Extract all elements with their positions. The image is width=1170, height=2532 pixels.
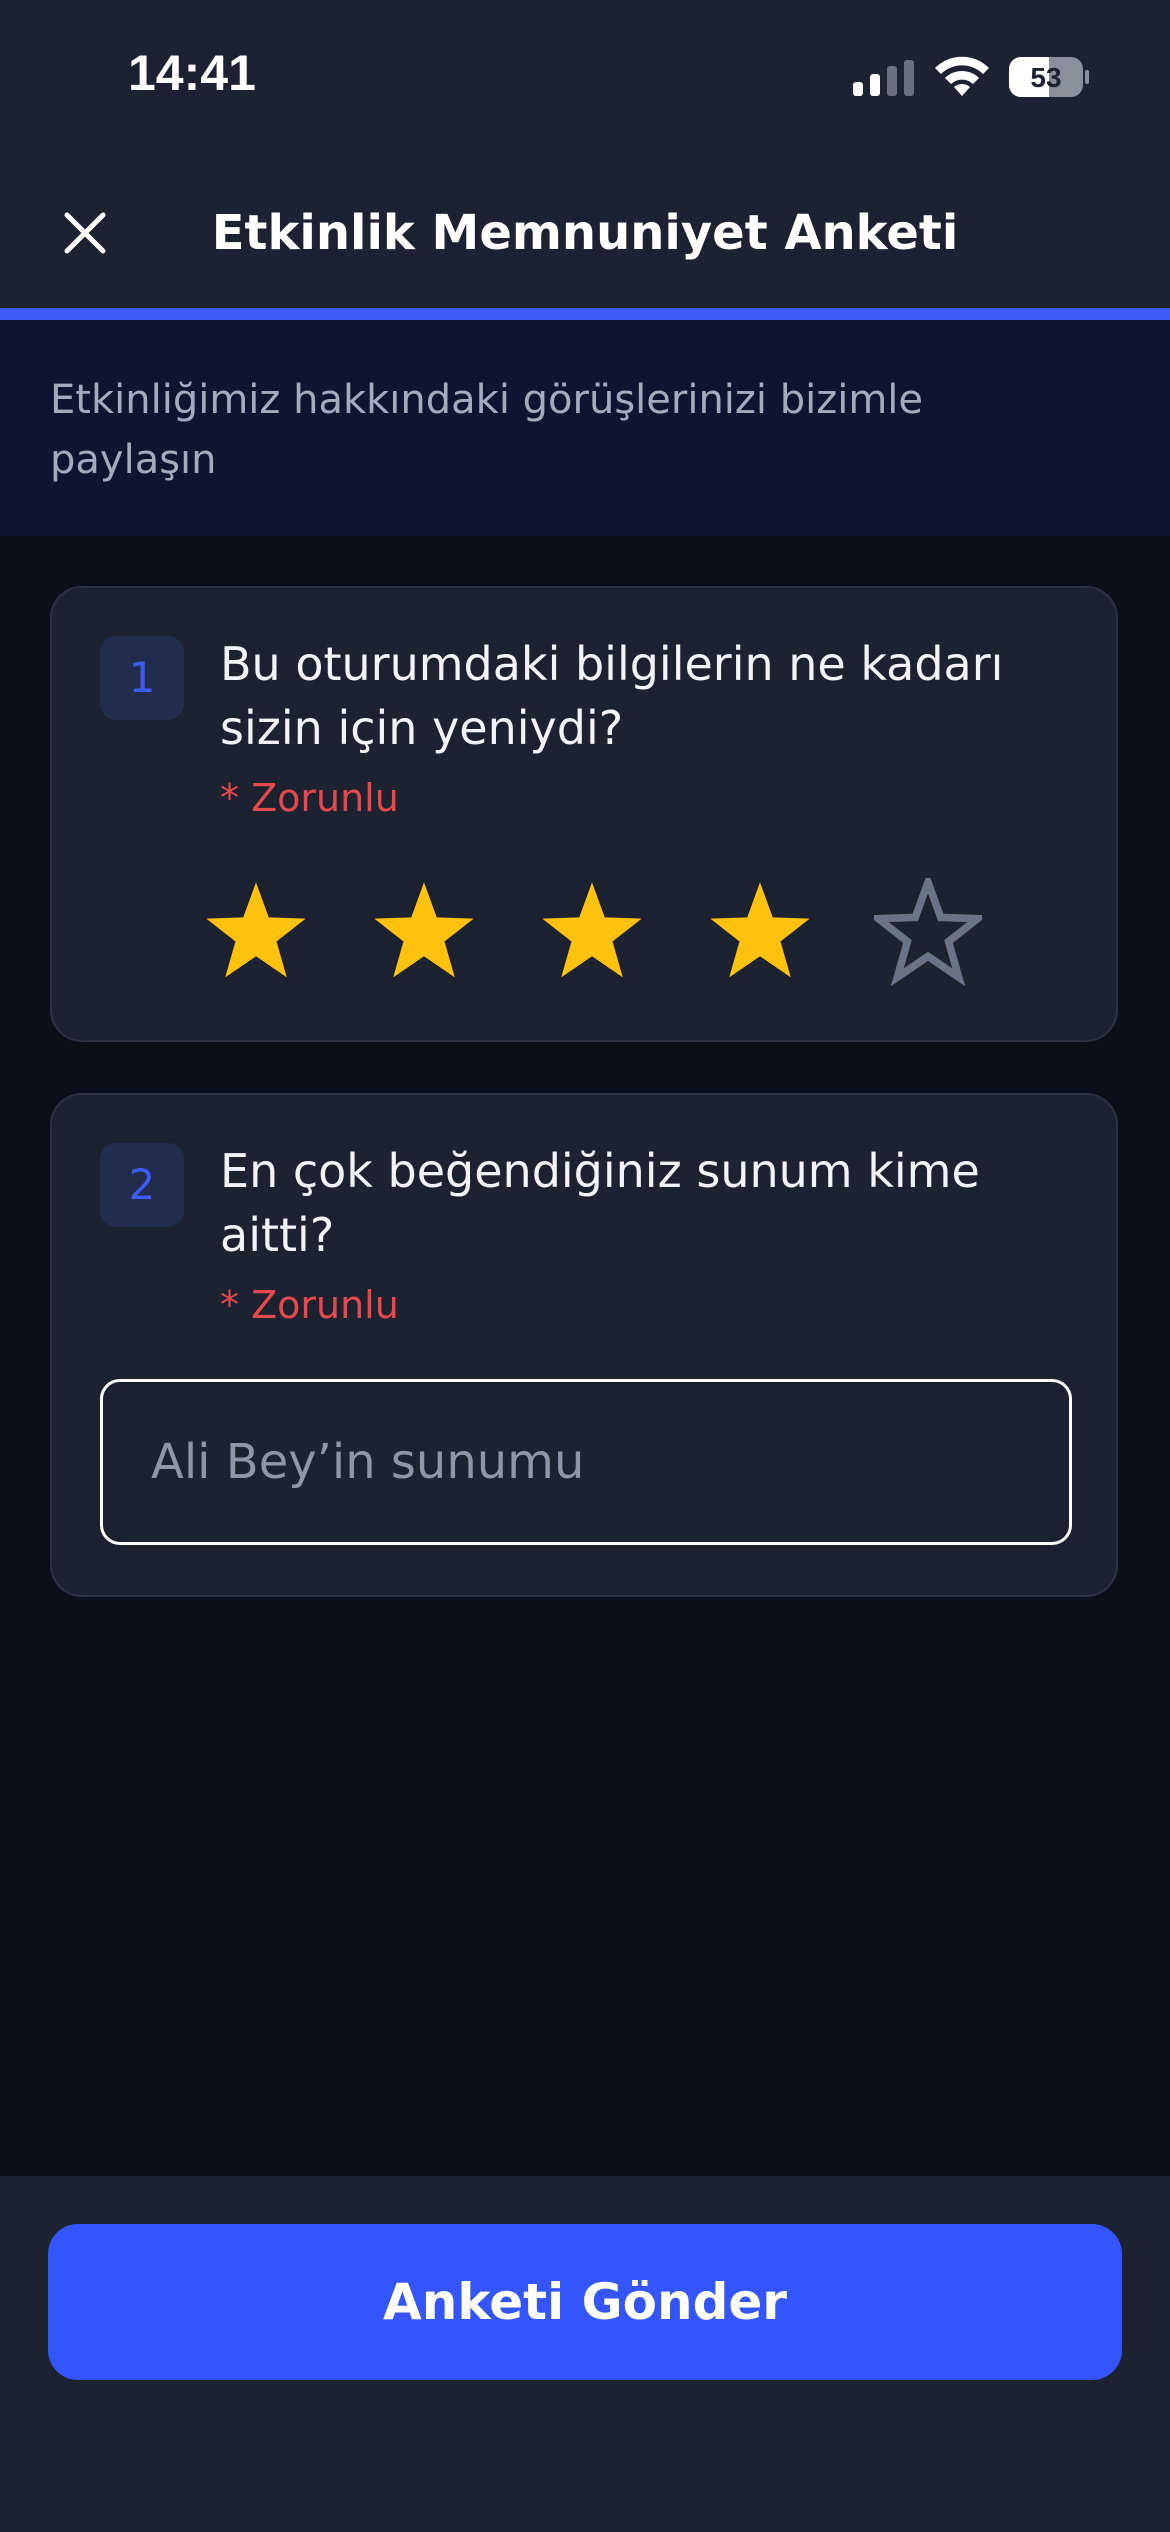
battery-icon: 53 <box>1009 57 1089 97</box>
survey-progress-fill <box>0 308 1170 320</box>
survey-description: Etkinliğimiz hakkındaki görüşlerinizi bi… <box>50 377 924 483</box>
battery-level: 53 <box>1030 62 1061 93</box>
star-filled-icon <box>710 882 810 978</box>
rating-star-2[interactable] <box>370 878 478 986</box>
wifi-icon <box>935 56 989 96</box>
cellular-signal-icon <box>853 60 914 96</box>
answer-text-input[interactable]: Ali Bey’in sunumu <box>100 1379 1072 1545</box>
rating-star-4[interactable] <box>706 878 814 986</box>
star-outline-icon <box>867 871 989 987</box>
app-header: Etkinlik Memnuniyet Anketi <box>0 150 1170 308</box>
survey-description-band: Etkinliğimiz hakkındaki görüşlerinizi bi… <box>0 320 1170 536</box>
page-title: Etkinlik Memnuniyet Anketi <box>211 205 959 261</box>
star-filled-icon <box>206 882 306 978</box>
required-label: * Zorunlu <box>220 1283 399 1327</box>
survey-progress-bar <box>0 308 1170 320</box>
star-filled-icon <box>374 882 474 978</box>
star-rating <box>52 871 1120 988</box>
star-filled-icon <box>542 882 642 978</box>
rating-star-3[interactable] <box>538 878 646 986</box>
submit-survey-button[interactable]: Anketi Gönder <box>48 2224 1122 2380</box>
question-text: En çok beğendiğiniz sunum kime aitti? <box>220 1144 980 1262</box>
question-text: Bu oturumdaki bilgilerin ne kadarı sizin… <box>220 637 1004 755</box>
required-label: * Zorunlu <box>220 776 399 820</box>
question-card-1: 1 Bu oturumdaki bilgilerin ne kadarı siz… <box>50 586 1118 1042</box>
status-time: 14:41 <box>128 45 256 101</box>
question-number-badge: 1 <box>100 636 184 720</box>
rating-star-1[interactable] <box>202 878 310 986</box>
question-card-2: 2 En çok beğendiğiniz sunum kime aitti? … <box>50 1093 1118 1597</box>
rating-star-5[interactable] <box>867 871 989 987</box>
footer-bar: Anketi Gönder <box>0 2176 1170 2532</box>
question-number-badge: 2 <box>100 1143 184 1227</box>
status-bar: 14:41 53 <box>0 0 1170 150</box>
